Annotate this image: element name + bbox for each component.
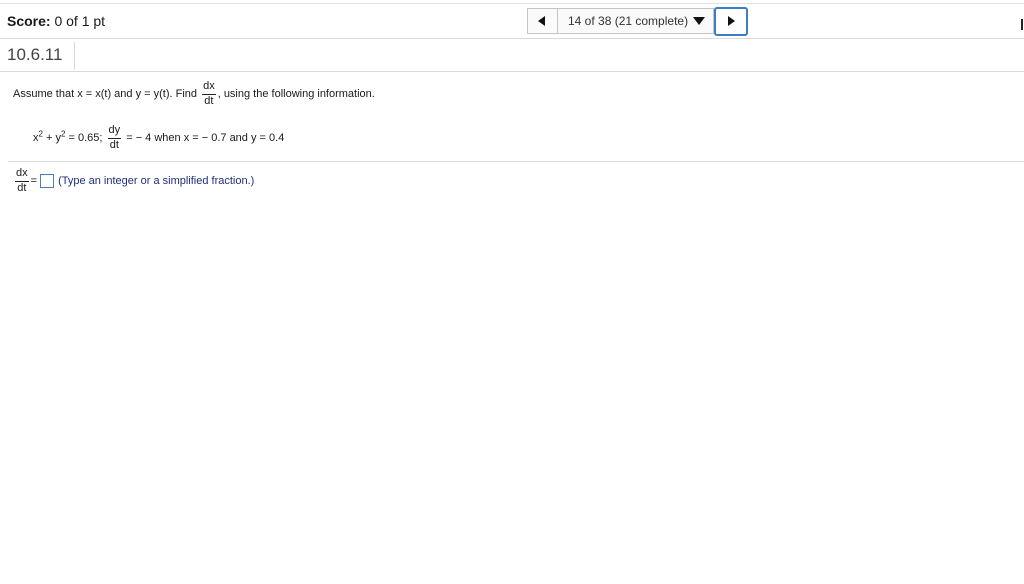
answer-input[interactable] <box>40 174 55 189</box>
header-bar: Score: 0 of 1 pt 14 of 38 (21 complete) <box>0 4 1024 39</box>
fraction-denominator: dt <box>204 94 214 107</box>
question-select-dropdown[interactable]: 14 of 38 (21 complete) <box>557 8 714 34</box>
caret-down-icon <box>693 17 706 25</box>
fraction-denominator: dt <box>109 138 119 151</box>
answer-dx-dt-fraction: dx dt <box>15 167 29 194</box>
question-id-divider <box>74 42 75 70</box>
question-prompt: Assume that x = x(t) and y = y(t). Find … <box>13 80 375 107</box>
question-id: 10.6.11 <box>7 45 63 64</box>
panel-edge-handle <box>1021 19 1023 30</box>
score-label: Score: <box>7 13 51 29</box>
question-progress-text: 14 of 38 (21 complete) <box>568 14 689 28</box>
score-value: 0 of 1 pt <box>54 13 106 29</box>
fraction-denominator: dt <box>17 181 27 194</box>
fraction-numerator: dy <box>107 124 122 139</box>
fraction-numerator: dx <box>202 80 216 95</box>
score: Score: 0 of 1 pt <box>7 13 105 29</box>
given-conditions: = − 4 when x = − 0.7 and y = 0.4 <box>126 131 285 144</box>
prompt-start-text: Assume that x = x(t) and y = y(t). Find <box>13 87 198 100</box>
prompt-end-text: , using the following information. <box>217 87 375 100</box>
triangle-right-icon <box>728 16 735 26</box>
dy-dt-fraction: dy dt <box>107 124 122 151</box>
answer-hint: (Type an integer or a simplified fractio… <box>58 175 255 188</box>
fraction-numerator: dx <box>15 167 29 182</box>
question-id-bar: 10.6.11 <box>0 38 1024 72</box>
answer-equals: = <box>30 175 38 188</box>
next-question-button[interactable] <box>714 7 748 36</box>
triangle-left-icon <box>538 16 545 26</box>
given-information: x2 + y2 = 0.65; dy dt = − 4 when x = − 0… <box>33 124 285 151</box>
section-divider <box>8 161 1024 162</box>
answer-row: dx dt = (Type an integer or a simplified… <box>13 167 255 194</box>
given-equation-value: = 0.65; <box>65 131 103 144</box>
dx-dt-fraction: dx dt <box>202 80 216 107</box>
given-plus-y: + y <box>42 131 61 144</box>
previous-question-button[interactable] <box>527 8 557 34</box>
